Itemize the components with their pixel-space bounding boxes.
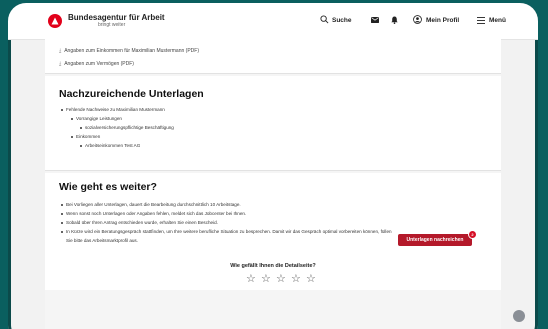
missing-proofs-label: Fehlende Nachweise zu Maximilian Musterm…	[66, 107, 165, 112]
feedback-question: Wie gefällt Ihnen die Detailseite?	[230, 263, 316, 269]
next-step-item-continued: Sie bitte das Arbeitsmarktprofil aus.	[66, 238, 139, 243]
star-icon[interactable]: ☆	[261, 273, 273, 285]
download-icon: ⤓	[59, 61, 62, 67]
employment-item: sozialversicherungspflichtige Beschäftig…	[85, 125, 174, 130]
brand-tagline: bringt weiter	[98, 22, 126, 28]
star-icon[interactable]: ☆	[291, 273, 303, 285]
bullet	[61, 213, 63, 215]
menu-link[interactable]: Menü	[489, 17, 506, 24]
missing-documents-title: Nachzureichende Unterlagen	[59, 88, 204, 100]
bullet	[61, 231, 63, 233]
site-header: Bundesagentur für Arbeit bringt weiter S…	[8, 3, 538, 40]
hamburger-menu-icon[interactable]	[477, 17, 485, 24]
submit-documents-button[interactable]: Unterlagen nachreichen	[398, 234, 472, 246]
ba-logo-icon[interactable]	[48, 14, 62, 28]
bell-icon[interactable]	[391, 16, 398, 24]
next-steps-title: Wie geht es weiter?	[59, 181, 157, 193]
search-link[interactable]: Suche	[332, 17, 352, 24]
user-icon[interactable]	[413, 15, 422, 24]
work-income-item: Arbeitseinkommen Test AG	[85, 143, 141, 148]
download-icon: ⤓	[59, 48, 62, 54]
star-icon[interactable]: ☆	[306, 273, 318, 285]
missing-documents-card: Nachzureichende Unterlagen Fehlende Nach…	[45, 76, 501, 171]
bullet	[61, 109, 63, 111]
bullet	[80, 127, 82, 129]
main-content: ⤓ Angaben zum Einkommen für Maximilian Mu…	[45, 39, 501, 329]
bullet	[71, 118, 73, 120]
income-label: Einkommen	[76, 134, 101, 139]
downloads-card: ⤓ Angaben zum Einkommen für Maximilian Mu…	[45, 39, 501, 74]
star-icon[interactable]: ☆	[276, 273, 288, 285]
brand-name[interactable]: Bundesagentur für Arbeit	[68, 13, 165, 22]
next-step-item: Bei Vorliegen aller Unterlagen, dauert d…	[66, 202, 241, 207]
download-income-link[interactable]: ⤓ Angaben zum Einkommen für Maximilian Mu…	[59, 48, 199, 54]
bullet	[61, 222, 63, 224]
priority-benefits-label: Vorrangige Leistungen	[76, 116, 122, 121]
next-steps-card: Wie geht es weiter? Bei Vorliegen aller …	[45, 173, 501, 264]
notification-badge: 2	[468, 230, 477, 239]
bullet	[71, 136, 73, 138]
device-frame: Bundesagentur für Arbeit bringt weiter S…	[0, 0, 548, 329]
profile-link[interactable]: Mein Profil	[426, 17, 459, 24]
star-icon[interactable]: ☆	[246, 273, 258, 285]
next-step-item: In Kürze wird ein Beratungsgespräch stat…	[66, 229, 392, 234]
search-icon[interactable]	[320, 15, 329, 24]
mail-icon[interactable]	[371, 17, 379, 23]
download-assets-link[interactable]: ⤓ Angaben zum Vermögen (PDF)	[59, 61, 134, 67]
next-step-item: Sobald über Ihren Antrag entschieden wur…	[66, 220, 218, 225]
next-step-item: Wenn sonst noch Unterlagen oder Angaben …	[66, 211, 247, 216]
scroll-to-top-button[interactable]	[513, 310, 525, 322]
star-rating[interactable]: ☆ ☆ ☆ ☆ ☆	[246, 273, 336, 285]
bullet	[80, 145, 82, 147]
bullet	[61, 204, 63, 206]
browser-viewport: Bundesagentur für Arbeit bringt weiter S…	[8, 3, 538, 329]
